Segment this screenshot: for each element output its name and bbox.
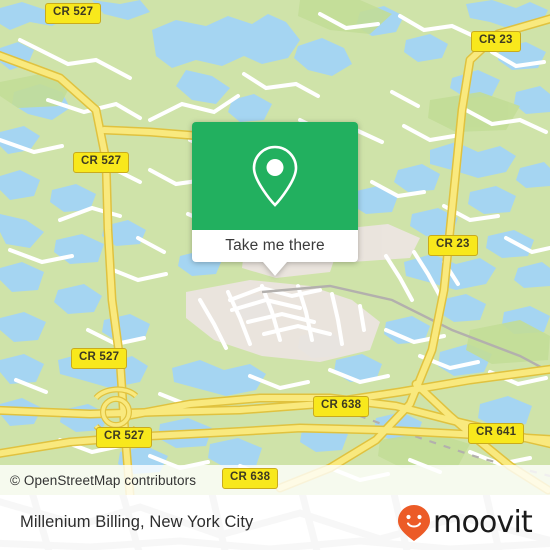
moovit-pin-smiley-icon — [398, 504, 431, 541]
road-shield: CR 527 — [71, 348, 128, 369]
road-shield: CR 23 — [471, 31, 521, 52]
callout-button-label: Take me there — [225, 237, 325, 254]
openstreetmap-attribution[interactable]: © OpenStreetMap contributors — [0, 473, 196, 488]
moovit-wordmark: moovit — [433, 504, 533, 540]
road-shield: CR 638 — [222, 468, 279, 489]
road-shield: CR 527 — [45, 3, 102, 24]
road-shield: CR 527 — [96, 427, 153, 448]
map-screenshot: CR 527 CR 23 CR 527 CR 23 CR 527 CR 638 … — [0, 0, 550, 550]
callout-pointer — [263, 262, 287, 276]
road-shield: CR 641 — [468, 423, 525, 444]
footer-content: Millenium Billing, New York City moovit — [0, 495, 550, 550]
footer-bar: Millenium Billing, New York City moovit — [0, 495, 550, 550]
road-shield: CR 23 — [428, 235, 478, 256]
page-title: Millenium Billing, New York City — [20, 513, 254, 531]
map-canvas[interactable]: CR 527 CR 23 CR 527 CR 23 CR 527 CR 638 … — [0, 0, 550, 495]
moovit-logo[interactable]: moovit — [397, 504, 533, 542]
road-shield: CR 527 — [73, 152, 130, 173]
callout-icon-area — [192, 122, 358, 230]
road-shield: CR 638 — [313, 396, 370, 417]
location-callout-card[interactable]: Take me there — [192, 122, 358, 276]
callout-button[interactable]: Take me there — [192, 230, 358, 262]
location-pin-icon — [252, 145, 298, 207]
